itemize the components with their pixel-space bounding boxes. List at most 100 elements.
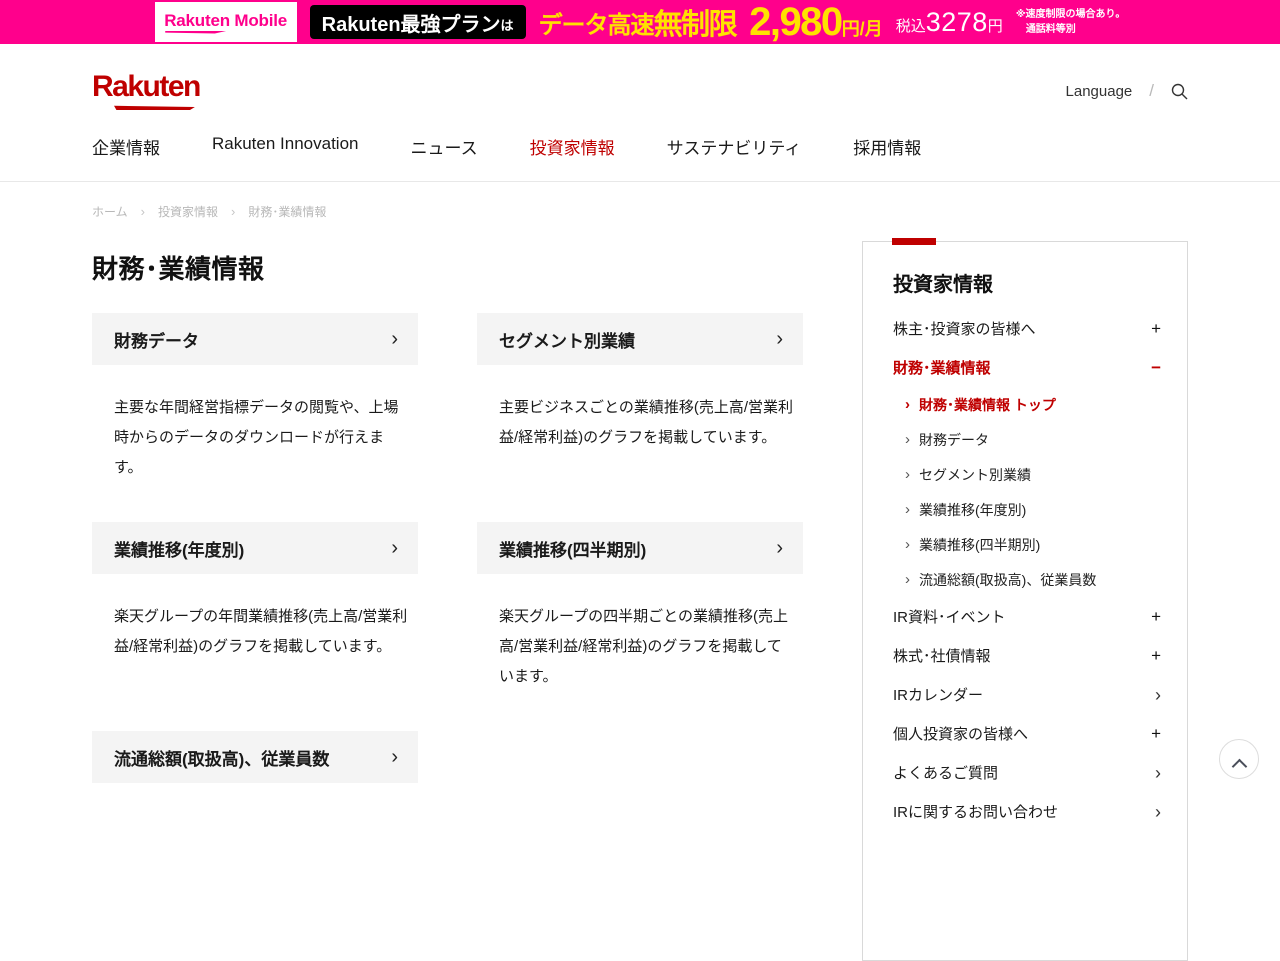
nav-sustainability[interactable]: サステナビリティ [667, 134, 802, 159]
page-title: 財務･業績情報 [92, 254, 265, 284]
disclaimer-line1: ※速度制限の場合あり。 [1015, 9, 1126, 20]
rakuten-logo[interactable]: Rakuten [92, 72, 201, 110]
price-amount: 2,980 [749, 0, 843, 44]
headline-lead: データ高速 [538, 11, 655, 39]
chevron-right-icon: › [905, 466, 910, 483]
nav-corporate[interactable]: 企業情報 [92, 134, 160, 159]
banner-disclaimer: ※速度制限の場合あり。 通話料等別 [1016, 7, 1126, 37]
plan-particle: は [500, 18, 514, 33]
main-nav: 企業情報 Rakuten Innovation ニュース 投資家情報 サステナビ… [92, 134, 1188, 181]
sidebar-subitem-financial-top[interactable]: › 財務･業績情報 トップ [893, 387, 1161, 422]
banner-tax: 税込 3278 円 [895, 6, 1003, 37]
chevron-right-icon: › [391, 328, 398, 350]
sidebar-item-faq[interactable]: よくあるご質問 › [893, 753, 1161, 792]
nav-careers[interactable]: 採用情報 [853, 134, 921, 159]
tax-amount: 3278 [925, 6, 988, 37]
card-description: 主要ビジネスごとの業績推移(売上高/営業利益/経常利益)のグラフを掲載しています… [499, 399, 794, 446]
card-segment-results-link[interactable]: セグメント別業績 › [477, 313, 803, 365]
sidebar-item-shareholders[interactable]: 株主･投資家の皆様へ + [893, 309, 1161, 348]
sidebar-item-individual-investors[interactable]: 個人投資家の皆様へ + [893, 714, 1161, 753]
card-title: 流通総額(取扱高)、従業員数 [114, 749, 330, 769]
sidebar-subitem-label: 財務データ [919, 431, 989, 448]
sidebar-subitem-label: セグメント別業績 [919, 466, 1031, 483]
breadcrumb-current: 財務･業績情報 [248, 205, 327, 219]
card-annual-results-link[interactable]: 業績推移(年度別) › [92, 522, 418, 574]
sidebar-item-label: IR資料･イベント [893, 609, 1006, 626]
scroll-to-top-button[interactable] [1219, 739, 1259, 779]
sidebar-subitem-label: 業績推移(年度別) [919, 501, 1027, 518]
chevron-right-icon: › [905, 536, 910, 553]
logo-swoosh-icon [165, 30, 228, 34]
nav-investors[interactable]: 投資家情報 [530, 134, 615, 159]
sidebar-subitem-label: 業績推移(四半期別) [919, 536, 1041, 553]
sidebar-item-label: 財務･業績情報 [893, 360, 991, 377]
promo-banner-link[interactable]: Rakuten Mobile Rakuten最強プラン は データ高速 無制限 … [154, 1, 1126, 43]
chevron-right-icon: › [1155, 762, 1161, 783]
sidebar-item-stock-bond[interactable]: 株式･社債情報 + [893, 636, 1161, 675]
language-button[interactable]: Language [1066, 83, 1133, 100]
sidebar-item-label: 株式･社債情報 [893, 648, 991, 665]
card-quarterly-results: 業績推移(四半期別) › 楽天グループの四半期ごとの業績推移(売上高/営業利益/… [477, 522, 803, 692]
breadcrumb: ホーム › 投資家情報 › 財務･業績情報 [92, 203, 1188, 220]
breadcrumb-investors[interactable]: 投資家情報 [158, 203, 218, 220]
card-gms-employees-link[interactable]: 流通総額(取扱高)、従業員数 › [92, 731, 418, 783]
sidebar-subitem-quarterly[interactable]: › 業績推移(四半期別) [893, 527, 1161, 562]
rakuten-mobile-logo: Rakuten Mobile [164, 11, 287, 34]
sidebar-item-ir-contact[interactable]: IRに関するお問い合わせ › [893, 792, 1161, 831]
sidebar-item-label: 個人投資家の皆様へ [893, 726, 1029, 743]
card-description: 主要な年間経営指標データの閲覧や、上場時からのデータのダウンロードが行えます。 [114, 399, 399, 476]
breadcrumb-home[interactable]: ホーム [92, 203, 128, 220]
card-financial-data: 財務データ › 主要な年間経営指標データの閲覧や、上場時からのデータのダウンロー… [92, 313, 418, 483]
sidebar-item-label: IRに関するお問い合わせ [893, 804, 1059, 821]
chevron-right-icon: › [776, 328, 783, 350]
card-financial-data-link[interactable]: 財務データ › [92, 313, 418, 365]
chevron-right-icon: › [1155, 801, 1161, 822]
tax-prefix: 税込 [895, 17, 926, 35]
promo-banner[interactable]: Rakuten Mobile Rakuten最強プラン は データ高速 無制限 … [0, 0, 1280, 44]
card-grid: 財務データ › 主要な年間経営指標データの閲覧や、上場時からのデータのダウンロー… [92, 313, 803, 783]
card-description: 楽天グループの年間業績推移(売上高/営業利益/経常利益)のグラフを掲載しています… [114, 608, 408, 655]
search-button[interactable] [1171, 83, 1188, 100]
plan-label: Rakuten最強プラン [321, 13, 501, 36]
card-title: 業績推移(年度別) [114, 540, 245, 560]
card-quarterly-results-link[interactable]: 業績推移(四半期別) › [477, 522, 803, 574]
plus-icon: + [1151, 724, 1161, 743]
card-segment-results: セグメント別業績 › 主要ビジネスごとの業績推移(売上高/営業利益/経常利益)の… [477, 313, 803, 483]
sidebar-title: 投資家情報 [893, 274, 993, 296]
sidebar-subitem-segment[interactable]: › セグメント別業績 [893, 457, 1161, 492]
sidebar-subitem-label: 財務･業績情報 トップ [919, 396, 1056, 413]
card-title: セグメント別業績 [499, 331, 635, 351]
chevron-right-icon: › [905, 431, 910, 448]
chevron-up-icon [1231, 758, 1247, 774]
banner-headline: データ高速 無制限 [538, 1, 738, 43]
banner-price: 2,980 円/月 [749, 2, 883, 42]
minus-icon: − [1151, 358, 1161, 377]
card-gms-employees: 流通総額(取扱高)、従業員数 › [92, 731, 418, 783]
sidebar-item-ir-calendar[interactable]: IRカレンダー › [893, 675, 1161, 714]
site-header: Rakuten Language / 企業情報 Rakuten Innovati… [0, 44, 1280, 182]
plan-label-box: Rakuten最強プラン は [309, 5, 526, 39]
sidebar-subitem-gms-employees[interactable]: › 流通総額(取扱高)、従業員数 [893, 562, 1161, 597]
card-description: 楽天グループの四半期ごとの業績推移(売上高/営業利益/経常利益)のグラフを掲載し… [499, 608, 788, 685]
plus-icon: + [1151, 319, 1161, 338]
card-title: 財務データ [114, 331, 199, 351]
plus-icon: + [1151, 607, 1161, 626]
breadcrumb-separator-icon: › [140, 204, 145, 219]
price-unit: 円/月 [841, 19, 883, 39]
chevron-right-icon: › [905, 571, 910, 588]
nav-rakuten-innovation[interactable]: Rakuten Innovation [212, 134, 359, 159]
card-annual-results: 業績推移(年度別) › 楽天グループの年間業績推移(売上高/営業利益/経常利益)… [92, 522, 418, 692]
rakuten-mobile-logo-box: Rakuten Mobile [154, 2, 297, 42]
disclaimer-line2: 通話料等別 [1025, 24, 1076, 35]
chevron-right-icon: › [391, 537, 398, 559]
sidebar-subitem-financial-data[interactable]: › 財務データ [893, 422, 1161, 457]
sidebar-item-label: 株主･投資家の皆様へ [893, 321, 1036, 338]
sidebar-subitem-annual[interactable]: › 業績推移(年度別) [893, 492, 1161, 527]
investor-sidebar: 投資家情報 株主･投資家の皆様へ + 財務･業績情報 − › 財務･業績情報 ト… [862, 238, 1188, 961]
sidebar-item-ir-materials[interactable]: IR資料･イベント + [893, 597, 1161, 636]
chevron-right-icon: › [905, 396, 910, 413]
sidebar-subitem-label: 流通総額(取扱高)、従業員数 [919, 571, 1097, 588]
nav-news[interactable]: ニュース [411, 134, 478, 159]
breadcrumb-separator-icon: › [231, 204, 236, 219]
sidebar-item-financial-info[interactable]: 財務･業績情報 − [893, 348, 1161, 387]
